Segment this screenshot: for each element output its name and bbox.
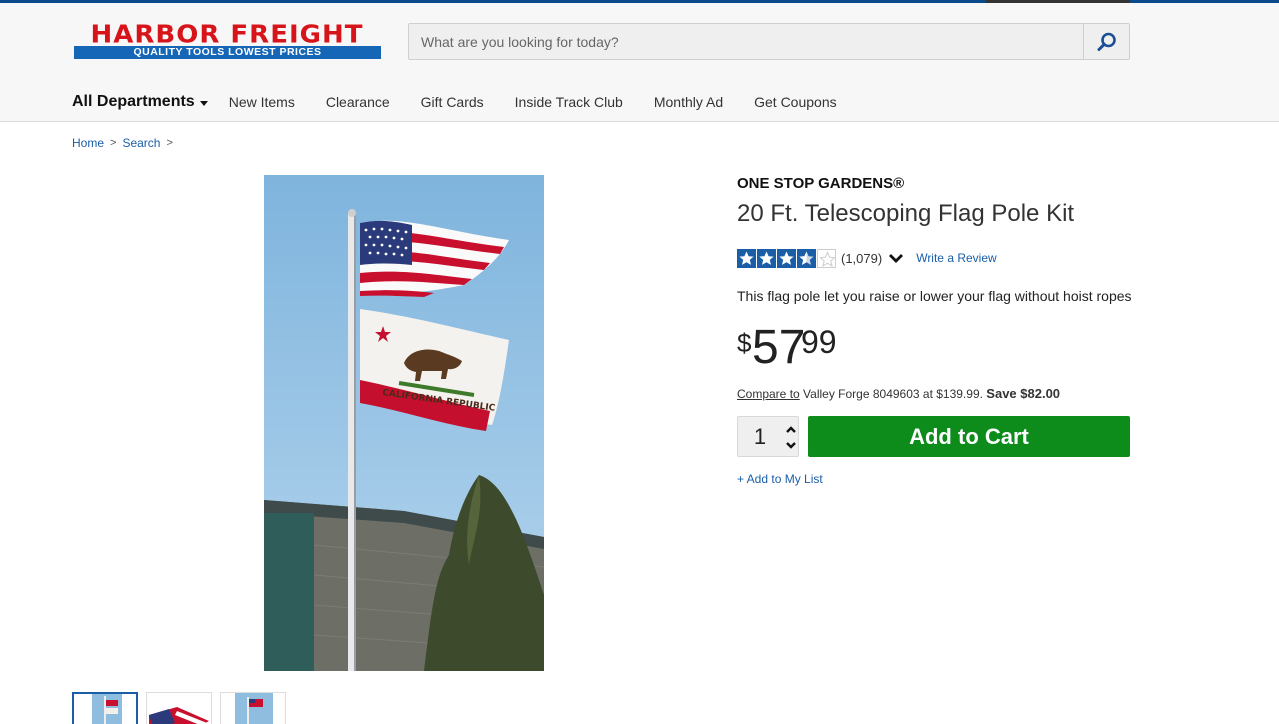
nav-new-items[interactable]: New Items — [229, 94, 295, 110]
product-image[interactable]: CALIFORNIA REPUBLIC — [264, 175, 544, 671]
search-icon — [1097, 32, 1116, 51]
thumbnail-image — [235, 693, 273, 724]
breadcrumb-search[interactable]: Search — [122, 136, 160, 150]
chevron-right-icon: > — [110, 137, 117, 149]
chevron-right-icon: > — [166, 137, 173, 149]
product-brand[interactable]: ONE STOP GARDENS® — [737, 175, 904, 192]
all-departments-label: All Departments — [72, 93, 195, 110]
nav-inside-track-club[interactable]: Inside Track Club — [515, 94, 623, 110]
price-currency: $ — [737, 328, 752, 358]
search-input[interactable] — [409, 24, 1083, 59]
all-departments-menu[interactable]: All Departments — [72, 93, 208, 111]
star-icon — [737, 248, 756, 268]
rating-stars[interactable] — [737, 248, 837, 268]
logo-tagline: QUALITY TOOLS LOWEST PRICES — [74, 46, 381, 59]
nav-get-coupons[interactable]: Get Coupons — [754, 94, 837, 110]
quantity-stepper[interactable]: 1 — [737, 416, 799, 457]
search-bar — [408, 23, 1130, 60]
price-dollars: 57 — [752, 321, 806, 374]
thumbnail-2[interactable] — [146, 692, 212, 724]
savings-text: Save $82.00 — [986, 386, 1061, 401]
compare-price: Compare to Valley Forge 8049603 at $139.… — [737, 386, 1060, 401]
star-icon — [817, 248, 836, 268]
add-to-my-list-link[interactable]: + Add to My List — [737, 472, 823, 486]
site-header: HARBOR FREIGHT QUALITY TOOLS LOWEST PRIC… — [0, 3, 1279, 122]
breadcrumb-home[interactable]: Home — [72, 136, 104, 150]
review-count[interactable]: (1,079) — [841, 251, 882, 266]
thumbnail-image — [92, 694, 122, 724]
product-title: 20 Ft. Telescoping Flag Pole Kit — [737, 200, 1075, 227]
star-icon — [797, 248, 816, 268]
product-description: This flag pole let you raise or lower yo… — [737, 288, 1132, 304]
nav-monthly-ad[interactable]: Monthly Ad — [654, 94, 723, 110]
star-icon — [777, 248, 796, 268]
star-icon — [757, 248, 776, 268]
chevron-down-icon[interactable] — [888, 252, 904, 264]
compare-text: Valley Forge 8049603 at $139.99. — [799, 387, 987, 401]
harbor-freight-logo[interactable]: HARBOR FREIGHT QUALITY TOOLS LOWEST PRIC… — [72, 23, 382, 61]
thumbnail-1[interactable] — [72, 692, 138, 724]
price-cents: 99 — [801, 324, 837, 360]
product-rating: (1,079) Write a Review — [737, 248, 997, 268]
thumbnail-3[interactable] — [220, 692, 286, 724]
main-navigation: All Departments New Items Clearance Gift… — [72, 91, 868, 113]
quantity-increase-icon[interactable] — [784, 423, 798, 437]
nav-clearance[interactable]: Clearance — [326, 94, 390, 110]
quantity-decrease-icon[interactable] — [784, 438, 798, 452]
breadcrumb: Home > Search > — [72, 136, 179, 150]
nav-gift-cards[interactable]: Gift Cards — [421, 94, 484, 110]
quantity-value[interactable]: 1 — [738, 417, 782, 456]
logo-brand-text: HARBOR FREIGHT — [90, 20, 364, 50]
add-to-cart-button[interactable]: Add to Cart — [808, 416, 1130, 457]
thumbnail-image — [149, 707, 209, 724]
flag-pole-photo: CALIFORNIA REPUBLIC — [264, 175, 544, 671]
caret-down-icon — [199, 100, 208, 106]
compare-to-link[interactable]: Compare to — [737, 387, 800, 401]
thumbnail-strip — [72, 692, 294, 724]
search-button[interactable] — [1083, 24, 1129, 59]
write-review-link[interactable]: Write a Review — [916, 251, 996, 265]
